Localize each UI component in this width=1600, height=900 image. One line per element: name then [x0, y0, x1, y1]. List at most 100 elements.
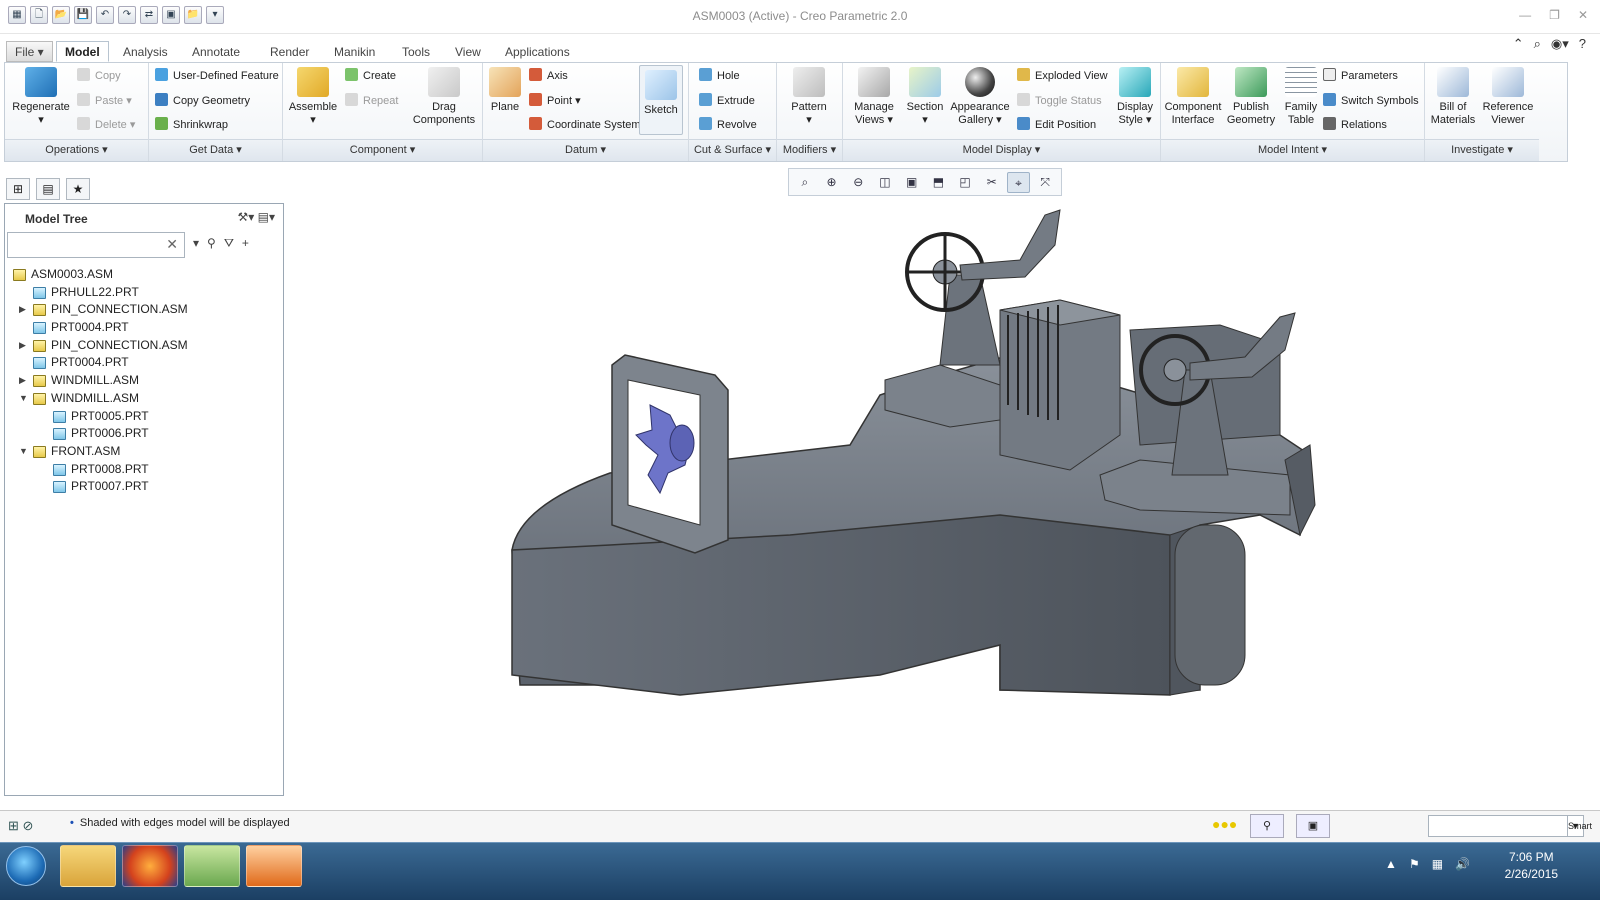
- tree-node[interactable]: PRT0004.PRT: [9, 319, 279, 337]
- relations-button[interactable]: Relations: [1323, 116, 1387, 134]
- expand-icon[interactable]: ▶: [19, 337, 29, 355]
- tab-applications[interactable]: Applications: [496, 41, 579, 62]
- tree-search-input[interactable]: ✕: [7, 232, 185, 258]
- display-style-icon[interactable]: ▣: [900, 172, 924, 193]
- copy-geometry-button[interactable]: Copy Geometry: [155, 92, 250, 110]
- selection-filter-select[interactable]: Smart ▼: [1428, 815, 1592, 837]
- family-table-button[interactable]: Family Table: [1279, 63, 1323, 127]
- collapse-icon[interactable]: ▼: [19, 443, 29, 461]
- minimize-button[interactable]: —: [1519, 8, 1531, 22]
- tab-annotate[interactable]: Annotate: [183, 41, 249, 62]
- spin-center-icon[interactable]: ⌖: [1006, 172, 1031, 193]
- tree-node[interactable]: ▼ FRONT.ASM: [9, 443, 279, 461]
- model-intent-group-label[interactable]: Model Intent ▾: [1161, 139, 1424, 161]
- expand-icon[interactable]: ▶: [19, 372, 29, 390]
- close-button[interactable]: ✕: [1578, 8, 1588, 22]
- assemble-button[interactable]: Assemble ▾: [285, 63, 341, 127]
- user-defined-feature-button[interactable]: User-Defined Feature: [155, 67, 279, 85]
- help-icon[interactable]: ?: [1579, 36, 1586, 52]
- tree-node[interactable]: PRT0007.PRT: [9, 478, 279, 496]
- tree-node[interactable]: ▶ PIN_CONNECTION.ASM: [9, 337, 279, 355]
- display-style-button[interactable]: Display Style ▾: [1113, 63, 1157, 127]
- switch-symbols-button[interactable]: Switch Symbols: [1323, 92, 1419, 110]
- network-icon[interactable]: ▦: [1432, 857, 1443, 871]
- shrinkwrap-button[interactable]: Shrinkwrap: [155, 116, 228, 134]
- hole-button[interactable]: Hole: [699, 67, 740, 85]
- component-group-label[interactable]: Component ▾: [283, 139, 482, 161]
- tree-node[interactable]: PRT0008.PRT: [9, 461, 279, 479]
- cut-surface-group-label[interactable]: Cut & Surface ▾: [689, 139, 776, 161]
- datum-group-label[interactable]: Datum ▾: [483, 139, 688, 161]
- create-button[interactable]: Create: [345, 67, 396, 85]
- investigate-group-label[interactable]: Investigate ▾: [1425, 139, 1539, 161]
- front-fan-frame[interactable]: [611, 354, 729, 554]
- get-data-group-label[interactable]: Get Data ▾: [149, 139, 282, 161]
- axis-button[interactable]: Axis: [529, 67, 568, 85]
- find-icon[interactable]: ⚲: [1250, 814, 1284, 838]
- firefox-taskbar-button[interactable]: [122, 845, 178, 887]
- graphics-window[interactable]: [500, 205, 1330, 705]
- model-tree-tab-icon[interactable]: ⊞: [6, 178, 30, 200]
- expand-icon[interactable]: ▶: [19, 301, 29, 319]
- tree-node[interactable]: PRT0006.PRT: [9, 425, 279, 443]
- taskbar-clock[interactable]: 7:06 PM 2/26/2015: [1505, 849, 1558, 883]
- plane-button[interactable]: Plane: [485, 63, 525, 114]
- tree-node[interactable]: ▶ WINDMILL.ASM: [9, 372, 279, 390]
- tab-model[interactable]: Model: [56, 41, 109, 62]
- tree-node[interactable]: ▶ PIN_CONNECTION.ASM: [9, 301, 279, 319]
- tree-node[interactable]: ASM0003.ASM: [9, 266, 279, 284]
- coordinate-system-button[interactable]: Coordinate System: [529, 116, 641, 134]
- tab-view[interactable]: View: [446, 41, 490, 62]
- saved-views-icon[interactable]: ⬒: [927, 172, 951, 193]
- appearance-gallery-button[interactable]: Appearance Gallery ▾: [949, 63, 1011, 127]
- repaint-icon[interactable]: ◫: [873, 172, 897, 193]
- tree-node[interactable]: PRHULL22.PRT: [9, 284, 279, 302]
- view-manager-icon[interactable]: ◰: [953, 172, 977, 193]
- section-button[interactable]: Section ▾: [903, 63, 947, 127]
- tree-node[interactable]: ▼ WINDMILL.ASM: [9, 390, 279, 408]
- clear-search-icon[interactable]: ✕: [166, 236, 178, 253]
- zoom-out-icon[interactable]: ⊖: [846, 172, 870, 193]
- minimize-ribbon-icon[interactable]: ⌃: [1513, 36, 1524, 52]
- zoom-in-icon[interactable]: ⊕: [820, 172, 844, 193]
- tab-render[interactable]: Render: [261, 41, 318, 62]
- tree-find-filter-icons[interactable]: ▾⚲⛛+: [193, 236, 257, 251]
- volume-icon[interactable]: 🔊: [1455, 857, 1470, 871]
- favorites-tab-icon[interactable]: ★: [66, 178, 90, 200]
- point-button[interactable]: Point ▾: [529, 92, 581, 110]
- revolve-button[interactable]: Revolve: [699, 116, 757, 134]
- paste-button[interactable]: Paste ▾: [77, 92, 132, 110]
- media-player-taskbar-button[interactable]: [246, 845, 302, 887]
- toggle-status-button[interactable]: Toggle Status: [1017, 92, 1102, 110]
- explorer-taskbar-button[interactable]: [60, 845, 116, 887]
- tray-arrow-icon[interactable]: ▲: [1385, 857, 1397, 871]
- creo-taskbar-button[interactable]: [184, 845, 240, 887]
- manage-views-button[interactable]: Manage Views ▾: [847, 63, 901, 127]
- edit-position-button[interactable]: Edit Position: [1017, 116, 1096, 134]
- repeat-button[interactable]: Repeat: [345, 92, 398, 110]
- tab-manikin[interactable]: Manikin: [325, 41, 384, 62]
- parameters-button[interactable]: Parameters: [1323, 67, 1398, 85]
- selection-icon[interactable]: ▣: [1296, 814, 1330, 838]
- bill-of-materials-button[interactable]: Bill of Materials: [1427, 63, 1479, 127]
- extrude-button[interactable]: Extrude: [699, 92, 755, 110]
- filter-dropdown-icon[interactable]: ▼: [1567, 816, 1583, 836]
- reference-viewer-button[interactable]: Reference Viewer: [1479, 63, 1537, 127]
- community-icon[interactable]: ◉▾: [1551, 36, 1569, 52]
- regenerate-button[interactable]: Regenerate ▾: [9, 63, 73, 127]
- tree-settings-icon[interactable]: ⚒▾ ▤▾: [238, 210, 275, 224]
- search-icon[interactable]: ⌕: [1534, 36, 1541, 52]
- tab-analysis[interactable]: Analysis: [114, 41, 177, 62]
- datum-display-icon[interactable]: ✂: [980, 172, 1004, 193]
- copy-button[interactable]: Copy: [77, 67, 121, 85]
- tab-tools[interactable]: Tools: [393, 41, 439, 62]
- maximize-button[interactable]: ❐: [1549, 8, 1560, 22]
- pattern-button[interactable]: Pattern ▾: [781, 63, 837, 127]
- drag-components-button[interactable]: Drag Components: [409, 63, 479, 127]
- folder-browser-tab-icon[interactable]: ▤: [36, 178, 60, 200]
- exploded-view-button[interactable]: Exploded View: [1017, 67, 1108, 85]
- model-display-group-label[interactable]: Model Display ▾: [843, 139, 1160, 161]
- sketch-button[interactable]: Sketch: [639, 65, 683, 135]
- regeneration-status-icon[interactable]: ●●●: [1212, 816, 1237, 832]
- delete-button[interactable]: Delete ▾: [77, 116, 135, 134]
